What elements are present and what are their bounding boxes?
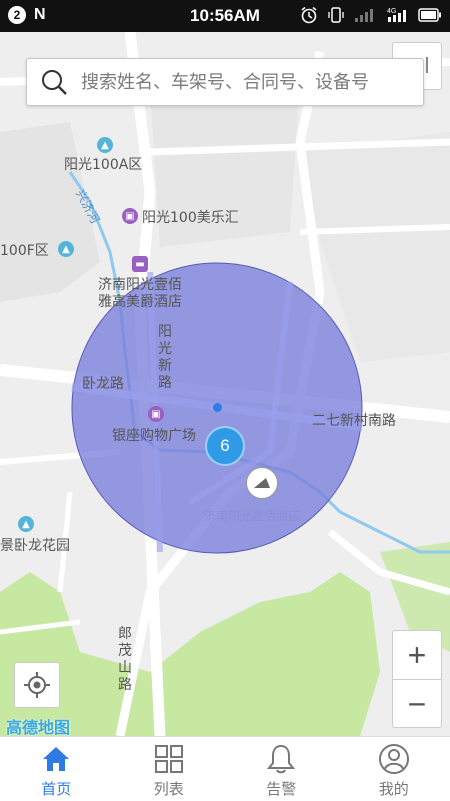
tab-mine-label: 我的 (379, 778, 409, 799)
label-erqi-road: 二七新村南路 (312, 410, 396, 430)
label-yinzuo-mall: 银座购物广场 (112, 425, 196, 445)
label-yangguang-100a: 阳光100A区 (64, 154, 142, 174)
map-view[interactable]: ▲ 阳光100A区 兴济河 ▣ 阳光100美乐汇 100F区 ▲ ▬ 济南阳光壹… (0, 32, 450, 736)
mall-poi-icon: ▣ (148, 406, 164, 422)
status-right: 4G (300, 6, 442, 24)
battery-icon (418, 8, 442, 22)
grid-icon (153, 743, 185, 775)
search-input[interactable] (79, 71, 413, 94)
scenic-poi-icon: ▲ (97, 137, 113, 153)
label-yangguang-meile: 阳光100美乐汇 (142, 207, 239, 227)
tab-list[interactable]: 列表 (113, 737, 226, 801)
tab-home[interactable]: 首页 (0, 737, 113, 801)
label-langmao-road: 郎茂山路 (118, 626, 134, 694)
hotel-poi-icon: ▬ (132, 256, 148, 272)
tab-home-label: 首页 (41, 778, 71, 799)
scenic-poi-icon-2: ▲ (58, 241, 74, 257)
tab-alarm[interactable]: 告警 (225, 737, 338, 801)
zoom-out-button[interactable]: − (393, 680, 441, 728)
crosshair-icon (23, 671, 51, 699)
network-type-label: 4G (387, 8, 396, 15)
alarm-clock-icon (300, 6, 318, 24)
bell-icon (265, 743, 297, 775)
signal-icon (354, 7, 376, 23)
home-icon (40, 743, 72, 775)
zoom-controls: + − (392, 630, 442, 728)
vehicle-direction-marker[interactable] (246, 467, 278, 499)
shopping-poi-icon: ▣ (122, 208, 138, 224)
search-bar[interactable] (26, 58, 424, 106)
locate-me-button[interactable] (14, 662, 60, 708)
network-4g-icon: 4G (386, 6, 408, 24)
bottom-tab-bar: 首页 列表 告警 我的 (0, 736, 450, 801)
label-yangguang-road: 阳光新路 (158, 324, 174, 392)
label-faded: 济南阳光壹佰酒店 (204, 507, 300, 524)
zoom-in-button[interactable]: + (393, 631, 441, 679)
label-hotel-line2: 雅高美爵酒店 (98, 291, 182, 311)
tab-list-label: 列表 (154, 778, 184, 799)
label-wolong-road: 卧龙路 (82, 373, 124, 393)
map-canvas (0, 32, 450, 736)
label-100f-area: 100F区 (0, 240, 49, 260)
label-wolong-garden: 景卧龙花园 (0, 535, 70, 555)
status-bar: 2 N 10:56AM 4G (0, 0, 450, 32)
scenic-poi-icon-3: ▲ (18, 516, 34, 532)
location-dot (213, 403, 222, 412)
device-cluster-marker[interactable]: 6 (205, 426, 245, 466)
vibrate-icon (328, 6, 344, 24)
amap-logo: 高德地图 (6, 714, 70, 736)
direction-arrow-icon (252, 476, 272, 490)
search-icon (39, 67, 69, 97)
user-icon (378, 743, 410, 775)
tab-mine[interactable]: 我的 (338, 737, 450, 801)
tab-alarm-label: 告警 (266, 778, 296, 799)
